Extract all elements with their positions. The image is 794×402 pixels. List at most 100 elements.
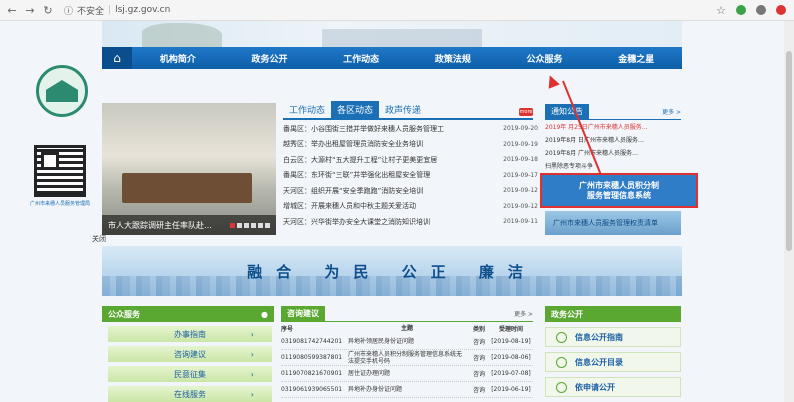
news-carousel[interactable]: 市人大跟踪调研主任率队赴… — [102, 103, 276, 235]
nav-item[interactable]: 机构简介 — [132, 52, 224, 65]
more-button[interactable]: more — [519, 108, 533, 116]
services-title: 公众服务 — [108, 309, 140, 319]
open-item[interactable]: 信息公开指南 — [545, 327, 681, 347]
circle-icon — [556, 331, 567, 343]
open-item[interactable]: 依申请公开 — [545, 377, 681, 397]
home-icon[interactable]: ⌂ — [102, 47, 132, 69]
extension-icon[interactable] — [736, 5, 746, 15]
news-title[interactable]: 天河区：组织开展“安全季跑跑”消防安全培训 — [283, 186, 498, 196]
service-item[interactable]: 民意征集 › — [108, 366, 272, 382]
table-row[interactable]: 0319081742744201 异地补领居民身份证问题 咨询 [2019-08-19… — [281, 334, 533, 350]
table-cell: [2019-08-19] — [491, 338, 531, 345]
news-item[interactable]: 越秀区：举办出租屋管理员消防安全业务培训 2019-09-19 — [283, 137, 538, 153]
chevron-right-icon: › — [250, 329, 254, 339]
notice-title: 通知公告 — [545, 103, 589, 119]
table-row[interactable]: 0319061939065501 异地补办身份证问题 咨询 [2019-06-19] — [281, 382, 533, 398]
news-title[interactable]: 天河区：兴华街举办安全大课堂之消防知识培训 — [283, 217, 498, 227]
news-title[interactable]: 越秀区：举办出租屋管理员消防安全业务培训 — [283, 139, 498, 149]
forward-icon[interactable]: → — [24, 4, 36, 17]
points-system-banner[interactable]: 广州市来穗人员积分制 服务管理信息系统 — [540, 173, 698, 208]
open-title: 政务公开 — [551, 309, 583, 319]
public-services: 公众服务 ● 办事指南 › 咨询建议 › 民意征集 › 在线服务 › — [102, 306, 274, 402]
chevron-right-icon: › — [250, 389, 254, 399]
news-date: 2019-09-12 — [503, 202, 538, 210]
news-item[interactable]: 天河区：组织开展“安全季跑跑”消防安全培训 2019-09-12 — [283, 183, 538, 199]
ad-line1: 广州市来穗人员积分制 — [579, 180, 659, 190]
close-link[interactable]: 关闭 — [92, 234, 106, 244]
back-icon[interactable]: ← — [6, 4, 18, 17]
extension-red-icon[interactable] — [776, 5, 786, 15]
table-cell[interactable]: 广州市来穗人员积分制服务管理信息系统无法提交手机号码 — [345, 351, 469, 365]
notice-item[interactable]: 2019年8月 广州市来穗人员服务… — [545, 146, 681, 159]
nav-item[interactable]: 公众服务 — [499, 52, 591, 65]
carousel-dots[interactable] — [230, 223, 270, 228]
table-header: 序号 主题 类别 受理时间 — [281, 324, 523, 333]
news-date: 2019-09-19 — [503, 140, 538, 148]
news-list: 番禺区：小谷围街三措并举做好来穗人员服务管理工 2019-09-20 越秀区：举办出… — [283, 121, 538, 230]
address-bar[interactable]: ⓘ 不安全 | lsj.gz.gov.cn — [64, 4, 174, 17]
chevron-right-icon: › — [250, 369, 254, 379]
notice-item[interactable]: 2019年8月 日广州市来穗人员服务… — [545, 133, 681, 146]
nav-item[interactable]: 工作动态 — [315, 52, 407, 65]
news-date: 2019-09-18 — [503, 156, 538, 164]
responsibility-list-banner[interactable]: 广州市来穗人员服务管理权责清单 — [545, 211, 681, 235]
table-cell: 0319081742744201 — [281, 338, 343, 345]
table-cell: [2019-08-06] — [491, 354, 531, 361]
header-banner — [102, 21, 682, 47]
notice-panel: 通知公告 更多 > 2019年 月25日广州市来穗人员服务… 2019年8月 日广… — [545, 103, 681, 172]
tab-work[interactable]: 工作动态 — [283, 101, 331, 118]
nav-item[interactable]: 政策法规 — [407, 52, 499, 65]
carousel-caption[interactable]: 市人大跟踪调研主任率队赴… — [108, 220, 212, 231]
nav-item[interactable]: 政务公开 — [224, 52, 316, 65]
consult-panel: 咨询建议 更多 > 序号 主题 类别 受理时间 0319081742744201 异地补领… — [281, 306, 533, 398]
consult-more[interactable]: 更多 > — [514, 309, 533, 318]
slogan-banner: 融合 为民 公正 廉洁 — [102, 246, 682, 296]
news-date: 2019-09-17 — [503, 171, 538, 179]
news-title[interactable]: 白云区：大源村“五大提升工程”让村子更美更宜居 — [283, 155, 498, 165]
nav-item[interactable]: 金穗之星 — [590, 52, 682, 65]
ad-sub: 广州市来穗人员服务管理权责清单 — [553, 219, 658, 227]
news-tabs: 工作动态 各区动态 政声传递 more — [283, 101, 533, 120]
scrollbar[interactable] — [784, 21, 794, 402]
bookmark-star-icon[interactable]: ☆ — [716, 4, 726, 17]
notice-item[interactable]: 2019年 月25日广州市来穗人员服务… — [545, 120, 681, 133]
news-item[interactable]: 增城区：开展来穗人员和中秋主题关爱活动 2019-09-12 — [283, 199, 538, 215]
qr-code — [34, 145, 86, 197]
table-cell: [2019-07-08] — [491, 370, 531, 377]
open-item[interactable]: 信息公开目录 — [545, 352, 681, 372]
chevron-right-icon: › — [250, 349, 254, 359]
news-title[interactable]: 番禺区：东环街“三联”并举强化出租屋安全管理 — [283, 170, 498, 180]
service-item[interactable]: 在线服务 › — [108, 386, 272, 402]
news-item[interactable]: 番禺区：小谷围街三措并举做好来穗人员服务管理工 2019-09-20 — [283, 121, 538, 137]
table-cell: [2019-06-19] — [491, 386, 531, 393]
bureau-logo — [36, 65, 88, 117]
consult-title: 咨询建议 — [281, 306, 325, 321]
table-row[interactable]: 0119080599387801 广州市来穗人员积分制服务管理信息系统无法提交手机… — [281, 350, 533, 366]
table-cell[interactable]: 异地补办身份证问题 — [345, 386, 469, 393]
news-item[interactable]: 番禺区：东环街“三联”并举强化出租屋安全管理 2019-09-17 — [283, 168, 538, 184]
notice-more[interactable]: 更多 > — [662, 107, 681, 116]
table-cell[interactable]: 居住证办理问题 — [345, 370, 469, 377]
notice-item[interactable]: 扫黑除恶专项斗争 — [545, 159, 681, 172]
tab-district[interactable]: 各区动态 — [331, 101, 380, 118]
ad-line2: 服务管理信息系统 — [587, 190, 651, 200]
url-text[interactable]: lsj.gz.gov.cn — [115, 5, 170, 15]
table-cell: 0119070821670901 — [281, 370, 343, 377]
news-title[interactable]: 增城区：开展来穗人员和中秋主题关爱活动 — [283, 201, 498, 211]
request-icon — [556, 381, 567, 393]
news-date: 2019-09-12 — [503, 187, 538, 195]
news-item[interactable]: 天河区：兴华街举办安全大课堂之消防知识培训 2019-09-11 — [283, 214, 538, 230]
service-item[interactable]: 咨询建议 › — [108, 346, 272, 362]
service-item[interactable]: 办事指南 › — [108, 326, 272, 342]
tab-voice[interactable]: 政声传递 — [379, 101, 427, 118]
news-title[interactable]: 番禺区：小谷围街三措并举做好来穗人员服务管理工 — [283, 124, 498, 134]
table-cell[interactable]: 异地补领居民身份证问题 — [345, 338, 469, 345]
qr-caption: 广州市来穗人员服务管理局 — [29, 201, 90, 207]
table-row[interactable]: 0119070821670901 居住证办理问题 咨询 [2019-07-08] — [281, 366, 533, 382]
news-date: 2019-09-20 — [503, 125, 538, 133]
reload-icon[interactable]: ↻ — [42, 4, 54, 17]
table-cell: 咨询 — [472, 387, 485, 394]
info-icon[interactable]: ⓘ — [64, 4, 73, 17]
profile-icon[interactable] — [756, 5, 766, 15]
news-item[interactable]: 白云区：大源村“五大提升工程”让村子更美更宜居 2019-09-18 — [283, 152, 538, 168]
